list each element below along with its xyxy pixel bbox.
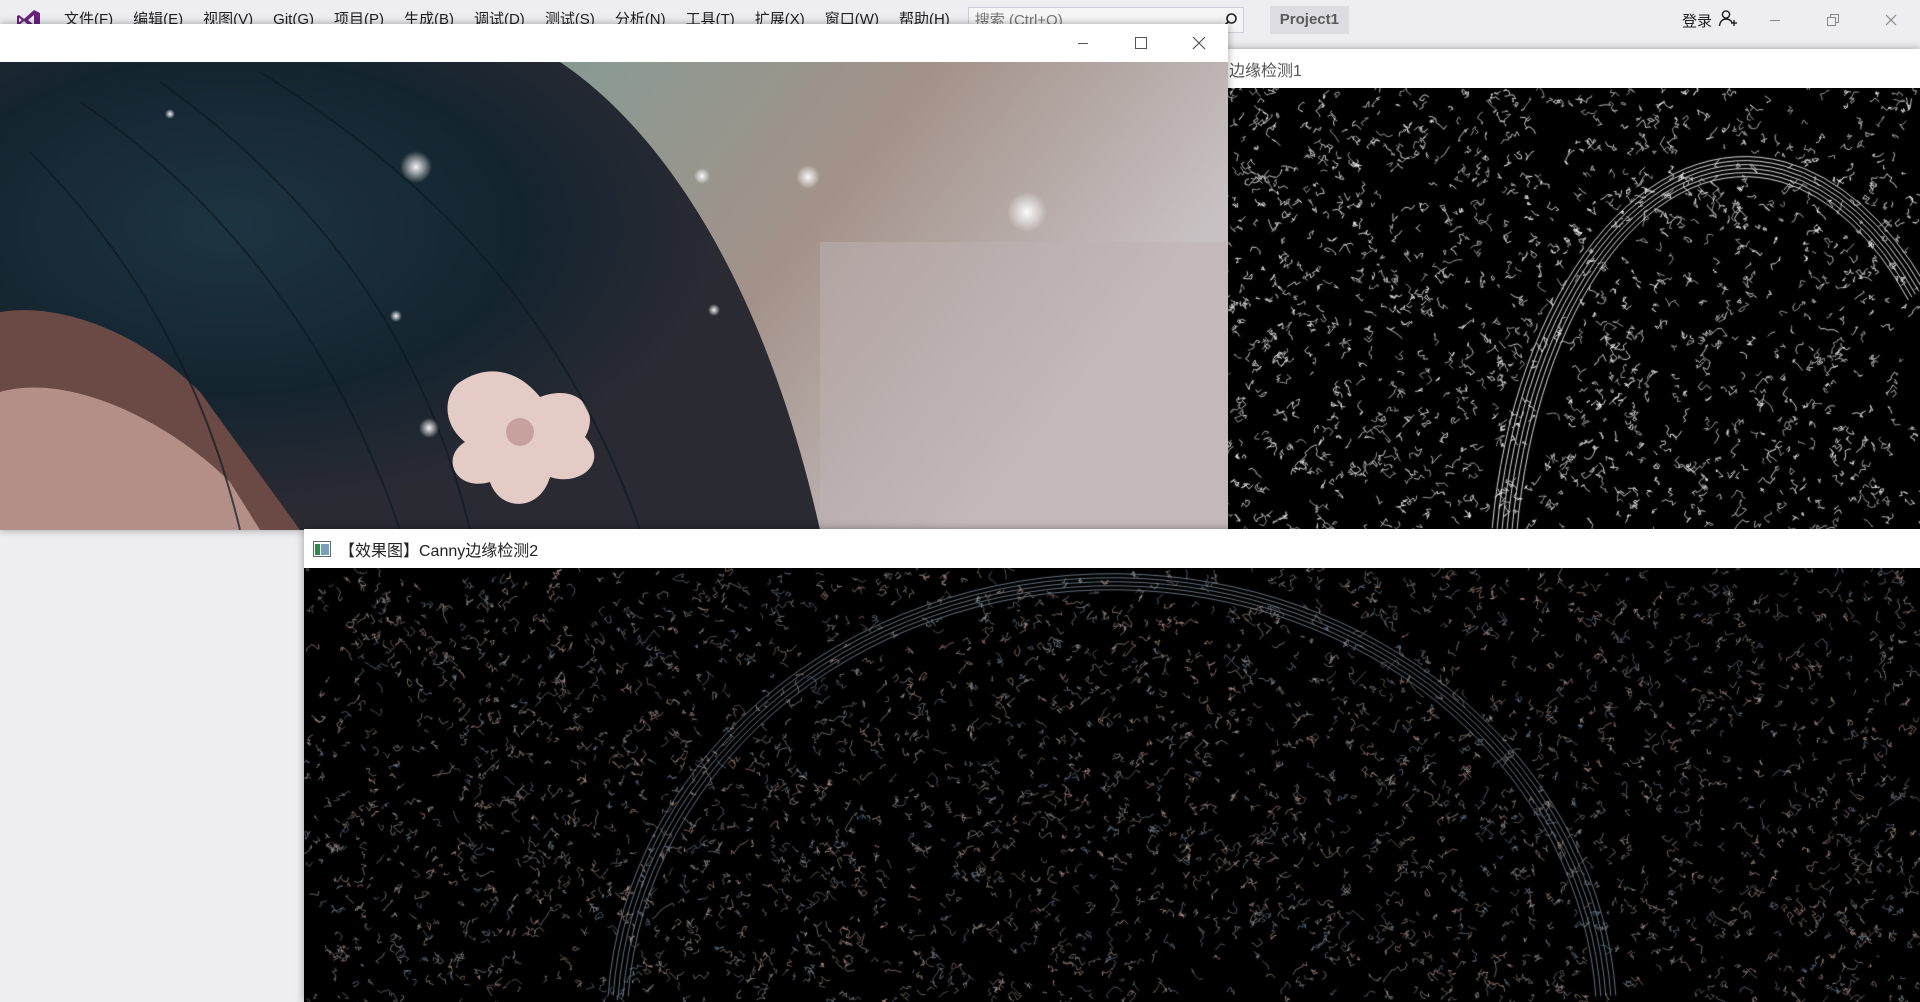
edge-image-1: [1220, 88, 1920, 531]
project-name-badge: Project1: [1269, 6, 1349, 34]
edge-window-1[interactable]: 边缘检测1: [1220, 49, 1920, 531]
restore-icon: [1827, 14, 1839, 26]
edge-window-2-titlebar[interactable]: 【效果图】Canny边缘检测2: [304, 529, 1920, 568]
edge-window-1-title: 边缘检测1: [1229, 63, 1302, 80]
minimize-icon: [1770, 20, 1780, 21]
login-button[interactable]: 登录: [1682, 9, 1738, 31]
vs-minimize-button[interactable]: [1746, 0, 1804, 40]
maximize-icon: [1135, 37, 1147, 49]
vs-restore-button[interactable]: [1804, 0, 1862, 40]
original-window-titlebar[interactable]: [0, 24, 1228, 62]
login-label: 登录: [1681, 12, 1712, 30]
opencv-window-icon: [313, 540, 331, 557]
orig-close-button[interactable]: [1170, 24, 1228, 63]
minimize-icon: [1078, 43, 1088, 44]
edge-window-2-title: 【效果图】Canny边缘检测2: [339, 542, 539, 560]
vs-close-button[interactable]: [1862, 0, 1920, 40]
user-add-icon: [1718, 9, 1738, 31]
edge-image-2: [304, 568, 1920, 1002]
edge-window-1-titlebar[interactable]: 边缘检测1: [1220, 49, 1920, 89]
original-image-window[interactable]: [0, 24, 1228, 530]
edge-window-2[interactable]: 【效果图】Canny边缘检测2: [304, 529, 1920, 1002]
orig-minimize-button[interactable]: [1054, 24, 1112, 63]
close-icon: [1885, 14, 1897, 26]
orig-maximize-button[interactable]: [1112, 24, 1170, 63]
close-icon: [1192, 36, 1206, 50]
original-image: [0, 62, 1228, 530]
